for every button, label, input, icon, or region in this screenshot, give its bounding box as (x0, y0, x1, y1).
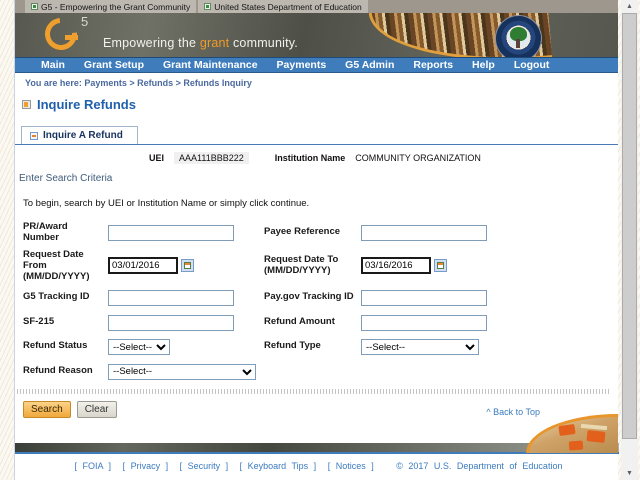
request-date-from-input[interactable] (108, 257, 178, 274)
scroll-up-arrow-icon[interactable]: ▲ (621, 0, 638, 13)
request-date-from-label: Request Date From (MM/DD/YYYY) (23, 249, 108, 282)
page-title-bullet-icon (22, 100, 31, 109)
g5-tracking-id-input[interactable] (108, 290, 234, 306)
sf-215-label: SF-215 (23, 316, 108, 327)
browser-tab-label: United States Department of Education (214, 2, 361, 12)
back-to-top-link[interactable]: ^ Back to Top (486, 407, 540, 417)
search-instruction: To begin, search by UEI or Institution N… (23, 198, 618, 209)
uei-value: AAA111BBB222 (174, 152, 249, 164)
classroom-photo (526, 414, 618, 453)
pr-award-number-label: PR/Award Number (23, 221, 108, 243)
page-title-row: Inquire Refunds (22, 97, 618, 112)
uei-label: UEI (149, 153, 164, 163)
page-title: Inquire Refunds (37, 97, 136, 112)
scroll-down-arrow-icon[interactable]: ▼ (621, 467, 638, 480)
request-date-to-label: Request Date To (MM/DD/YYYY) (264, 254, 361, 276)
paygov-tracking-id-input[interactable] (361, 290, 487, 306)
footer-link-privacy[interactable]: [ Privacy ] (123, 461, 169, 471)
dept-of-education-seal-icon (496, 16, 541, 57)
ed-favicon-icon (204, 3, 211, 10)
vertical-scrollbar[interactable]: ▲ ▼ (621, 0, 638, 480)
nav-item-help[interactable]: Help (472, 59, 495, 71)
search-button[interactable]: Search (23, 401, 71, 418)
copyright-text: © 2017 U.S. Department of Education (396, 461, 562, 471)
footer-link-keyboard-tips[interactable]: [ Keyboard Tips ] (240, 461, 317, 471)
tagline: Empowering the grant community. (103, 36, 298, 50)
g5-tracking-id-label: G5 Tracking ID (23, 291, 108, 302)
nav-item-g5-admin[interactable]: G5 Admin (345, 59, 394, 71)
refund-amount-input[interactable] (361, 315, 487, 331)
tab-label: Inquire A Refund (43, 130, 123, 141)
refund-type-select[interactable]: --Select-- (361, 339, 479, 355)
nav-item-reports[interactable]: Reports (413, 59, 453, 71)
g5-application-window: G5 - Empowering the Grant Community Unit… (14, 0, 618, 480)
nav-item-grant-setup[interactable]: Grant Setup (84, 59, 144, 71)
main-nav-bar: Main Grant Setup Grant Maintenance Payme… (15, 57, 618, 73)
dotted-separator (17, 389, 611, 394)
nav-item-grant-maintenance[interactable]: Grant Maintenance (163, 59, 258, 71)
browser-tab-strip: G5 - Empowering the Grant Community Unit… (15, 0, 618, 13)
entity-summary-row: UEI AAA111BBB222 Institution Name COMMUN… (15, 152, 618, 164)
paygov-tracking-id-label: Pay.gov Tracking ID (264, 291, 361, 302)
browser-tab-ed[interactable]: United States Department of Education (198, 0, 367, 13)
tagline-grant-highlight: grant (200, 36, 230, 50)
section-title: Enter Search Criteria (19, 173, 618, 184)
breadcrumb-path[interactable]: Payments > Refunds > Refunds Inquiry (82, 78, 252, 88)
pr-award-number-input[interactable] (108, 225, 234, 241)
request-date-from-calendar-icon[interactable] (181, 259, 194, 272)
clear-button[interactable]: Clear (77, 401, 117, 418)
refund-reason-select[interactable]: --Select-- (108, 364, 256, 380)
institution-name-label: Institution Name (275, 153, 346, 163)
nav-item-logout[interactable]: Logout (514, 59, 550, 71)
refund-status-select[interactable]: --Select-- (108, 339, 170, 355)
nav-item-main[interactable]: Main (41, 59, 65, 71)
breadcrumb-prefix: You are here: (25, 78, 82, 88)
footer-link-security[interactable]: [ Security ] (180, 461, 229, 471)
sf-215-input[interactable] (108, 315, 234, 331)
search-criteria-form: PR/Award Number Payee Reference Request … (23, 221, 618, 380)
refund-status-label: Refund Status (23, 340, 108, 351)
footer-link-notices[interactable]: [ Notices ] (328, 461, 374, 471)
request-date-to-input[interactable] (361, 257, 431, 274)
payee-reference-input[interactable] (361, 225, 487, 241)
scrollbar-thumb[interactable] (622, 13, 637, 439)
browser-tab-label: G5 - Empowering the Grant Community (41, 2, 190, 12)
request-date-to-calendar-icon[interactable] (434, 259, 447, 272)
tab-bar: Inquire A Refund (15, 125, 618, 145)
footer: [ FOIA ] [ Privacy ] [ Security ] [ Keyb… (15, 461, 619, 471)
banner-header: 5 Empowering the grant community. (15, 13, 618, 57)
refund-amount-label: Refund Amount (264, 316, 361, 327)
refund-reason-label: Refund Reason (23, 365, 108, 376)
g5-logo-bar (65, 35, 78, 40)
breadcrumb: You are here: Payments > Refunds > Refun… (15, 73, 618, 88)
tab-inquire-a-refund[interactable]: Inquire A Refund (21, 126, 138, 144)
g5-logo-five: 5 (81, 14, 88, 29)
footer-link-foia[interactable]: [ FOIA ] (75, 461, 112, 471)
institution-name-value: COMMUNITY ORGANIZATION (355, 153, 481, 163)
nav-item-payments[interactable]: Payments (277, 59, 327, 71)
payee-reference-label: Payee Reference (264, 226, 361, 237)
tab-bullet-icon (30, 132, 38, 140)
refund-type-label: Refund Type (264, 340, 361, 351)
browser-tab-g5[interactable]: G5 - Empowering the Grant Community (25, 0, 196, 13)
g5-favicon-icon (31, 3, 38, 10)
